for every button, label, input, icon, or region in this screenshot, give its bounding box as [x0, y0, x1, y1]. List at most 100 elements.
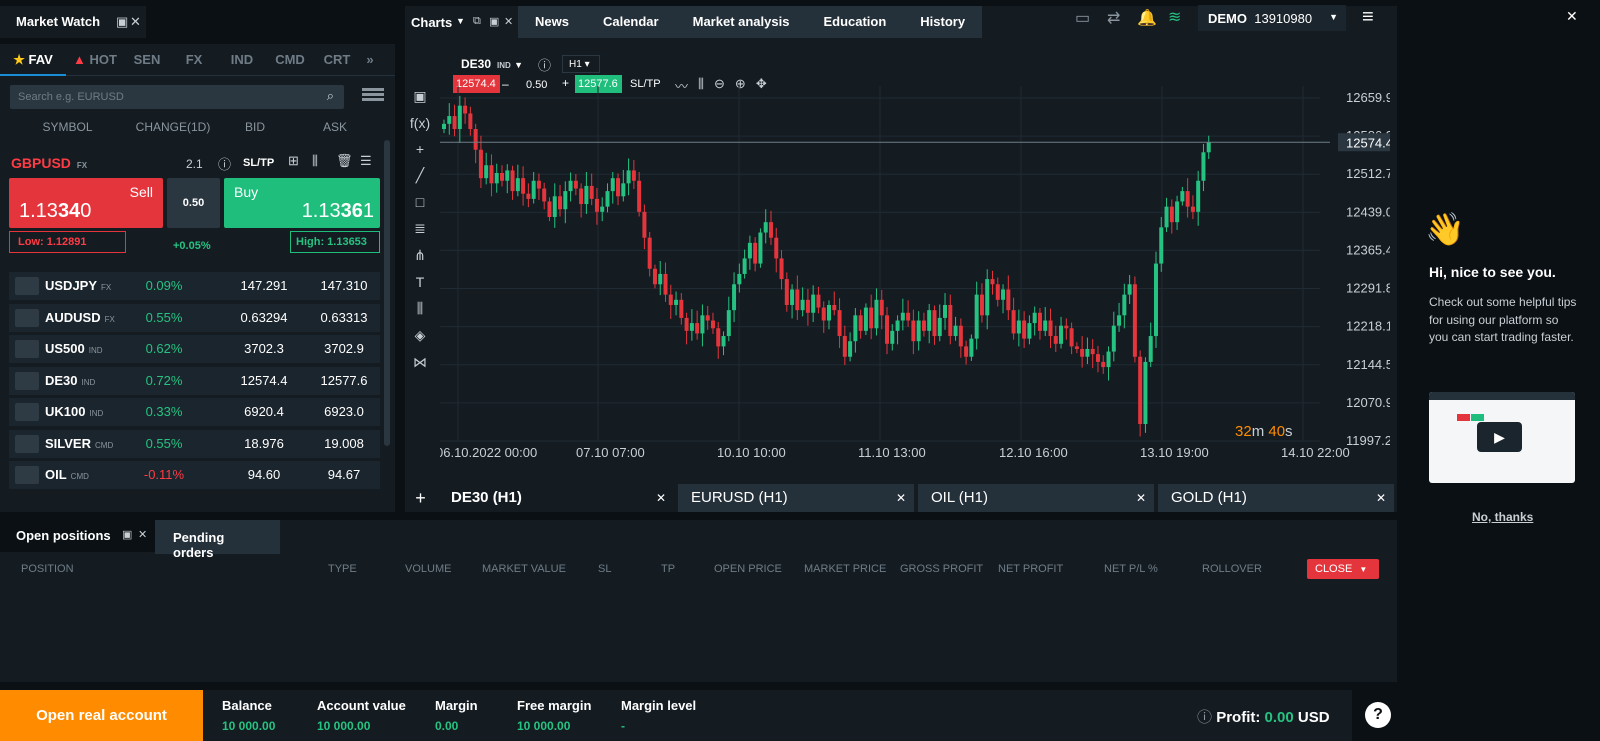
- tab-calendar[interactable]: Calendar: [585, 6, 676, 38]
- symbol-row[interactable]: AUDUSD FX 0.55% 0.63294 0.63313: [9, 303, 380, 332]
- transfer-icon[interactable]: ⇄: [1107, 8, 1120, 28]
- row-ask[interactable]: 94.67: [304, 467, 384, 482]
- positions-column-header[interactable]: NET P/L %: [1104, 563, 1158, 575]
- row-ask[interactable]: 6923.0: [304, 404, 384, 419]
- window-icon[interactable]: ▣: [489, 15, 499, 28]
- account-selector[interactable]: DEMO 13910980 ▼: [1198, 5, 1346, 31]
- positions-column-header[interactable]: POSITION: [21, 563, 74, 575]
- tab-education[interactable]: Education: [806, 6, 904, 38]
- row-ask[interactable]: 12577.6: [304, 373, 384, 388]
- close-icon[interactable]: ✕: [656, 491, 666, 505]
- positions-column-header[interactable]: MARKET PRICE: [804, 563, 886, 575]
- close-icon[interactable]: ✕: [896, 491, 906, 505]
- row-ask[interactable]: 19.008: [304, 436, 384, 451]
- close-all-button[interactable]: CLOSE ▼: [1307, 559, 1379, 579]
- close-icon[interactable]: ✕: [1566, 8, 1578, 25]
- row-ask[interactable]: 3702.9: [304, 341, 384, 356]
- col-symbol[interactable]: SYMBOL: [30, 120, 105, 134]
- add-chart-button[interactable]: +: [405, 484, 436, 512]
- symbol-row[interactable]: USDJPY FX 0.09% 147.291 147.310: [9, 272, 380, 300]
- row-bid[interactable]: 147.291: [224, 278, 304, 293]
- row-ask[interactable]: 147.310: [304, 278, 384, 293]
- close-icon[interactable]: ✕: [1376, 491, 1386, 505]
- tab-cmd[interactable]: CMD: [266, 44, 314, 76]
- tab-open-positions[interactable]: Open positions ▣ ✕: [0, 518, 155, 552]
- tab-hot[interactable]: ▲ HOT: [66, 44, 124, 76]
- price-chart[interactable]: 12659.912586.312512.712439.012365.412291…: [440, 86, 1390, 476]
- symbol-row[interactable]: SILVER CMD 0.55% 18.976 19.008: [9, 429, 380, 458]
- market-watch-tab[interactable]: Market Watch ▣ ✕: [0, 6, 146, 38]
- text-tool-icon[interactable]: T: [416, 274, 425, 290]
- scrollbar[interactable]: [384, 140, 390, 446]
- menu-icon[interactable]: ≡: [1362, 6, 1374, 29]
- positions-column-header[interactable]: NET PROFIT: [998, 563, 1063, 575]
- positions-column-header[interactable]: VOLUME: [405, 563, 451, 575]
- search-icon[interactable]: ⌕: [327, 88, 334, 104]
- popout-icon[interactable]: ⧉: [473, 15, 481, 28]
- interval-select[interactable]: H1 ▾: [562, 55, 600, 73]
- list-view-icon[interactable]: [362, 88, 384, 104]
- tab-news[interactable]: News: [518, 6, 586, 38]
- open-real-account-button[interactable]: Open real account: [0, 690, 203, 741]
- chart-symbol[interactable]: DE30 IND ▼: [461, 57, 523, 71]
- row-bid[interactable]: 18.976: [224, 436, 304, 451]
- symbol-row[interactable]: US500 IND 0.62% 3702.3 3702.9: [9, 335, 380, 363]
- share-icon[interactable]: ⋈: [413, 354, 427, 371]
- symbol-row[interactable]: UK100 IND 0.33% 6920.4 6923.0: [9, 398, 380, 426]
- positions-column-header[interactable]: OPEN PRICE: [714, 563, 782, 575]
- col-change[interactable]: CHANGE(1D): [128, 120, 218, 134]
- tab-market-analysis[interactable]: Market analysis: [675, 6, 807, 38]
- candle-icon[interactable]: ⫼: [312, 153, 318, 169]
- close-icon[interactable]: ✕: [1136, 491, 1146, 505]
- rectangle-tool-icon[interactable]: □: [416, 194, 424, 210]
- add-icon[interactable]: ⊞: [288, 153, 299, 169]
- positions-column-header[interactable]: ROLLOVER: [1202, 563, 1262, 575]
- row-bid[interactable]: 12574.4: [224, 373, 304, 388]
- tab-ind[interactable]: IND: [218, 44, 266, 76]
- col-ask[interactable]: ASK: [305, 120, 365, 134]
- info-icon[interactable]: ⓘ: [538, 55, 551, 74]
- col-bid[interactable]: BID: [225, 120, 285, 134]
- positions-column-header[interactable]: MARKET VALUE: [482, 563, 566, 575]
- chart-tab[interactable]: EURUSD (H1) ✕: [678, 484, 914, 512]
- selected-symbol[interactable]: GBPUSD FX: [11, 155, 87, 171]
- positions-column-header[interactable]: TP: [661, 563, 675, 575]
- close-icon[interactable]: ✕: [130, 14, 141, 30]
- symbol-search-input[interactable]: Search e.g. EURUSD ⌕: [10, 85, 344, 109]
- square-tool-icon[interactable]: ▣: [413, 88, 426, 105]
- buy-button[interactable]: Buy 1.13361: [224, 178, 380, 228]
- layers-icon[interactable]: ◈: [415, 327, 426, 344]
- function-icon[interactable]: f(x): [410, 115, 430, 131]
- help-icon[interactable]: ?: [1365, 702, 1391, 728]
- line-tool-icon[interactable]: ╱: [416, 167, 424, 184]
- chevron-down-icon[interactable]: ▼: [456, 16, 465, 26]
- no-thanks-link[interactable]: No, thanks: [1472, 510, 1533, 524]
- tab-fx[interactable]: FX: [170, 44, 218, 76]
- row-bid[interactable]: 3702.3: [224, 341, 304, 356]
- chart-tab[interactable]: OIL (H1) ✕: [918, 484, 1154, 512]
- tab-sen[interactable]: SEN: [124, 44, 170, 76]
- more-tabs-icon[interactable]: »: [360, 44, 380, 76]
- positions-column-header[interactable]: SL: [598, 563, 611, 575]
- charts-tab[interactable]: Charts ▼ ⧉ ▣ ✕: [405, 6, 518, 38]
- tab-history[interactable]: History: [903, 6, 983, 38]
- close-icon[interactable]: ✕: [504, 15, 513, 28]
- popout-icon[interactable]: ▣: [116, 14, 128, 30]
- symbol-row[interactable]: DE30 IND 0.72% 12574.4 12577.6: [9, 366, 380, 395]
- sltp-button[interactable]: SL/TP: [243, 157, 274, 169]
- chart-tab[interactable]: GOLD (H1) ✕: [1158, 484, 1394, 512]
- info-icon[interactable]: ⓘ: [218, 154, 231, 173]
- tab-pending-orders[interactable]: Pending orders: [155, 520, 280, 560]
- layout-icon[interactable]: ▭: [1075, 8, 1090, 28]
- trash-icon[interactable]: 🗑: [336, 153, 353, 169]
- row-bid[interactable]: 0.63294: [224, 310, 304, 325]
- row-ask[interactable]: 0.63313: [304, 310, 384, 325]
- positions-column-header[interactable]: GROSS PROFIT: [900, 563, 983, 575]
- positions-column-header[interactable]: TYPE: [328, 563, 357, 575]
- indicators-icon[interactable]: ⫼: [417, 300, 423, 317]
- cross-tool-icon[interactable]: +: [416, 141, 424, 157]
- row-bid[interactable]: 6920.4: [224, 404, 304, 419]
- symbol-row[interactable]: OIL CMD -0.11% 94.60 94.67: [9, 461, 380, 489]
- fibonacci-icon[interactable]: ≣: [414, 220, 426, 237]
- tab-crt[interactable]: CRT: [314, 44, 360, 76]
